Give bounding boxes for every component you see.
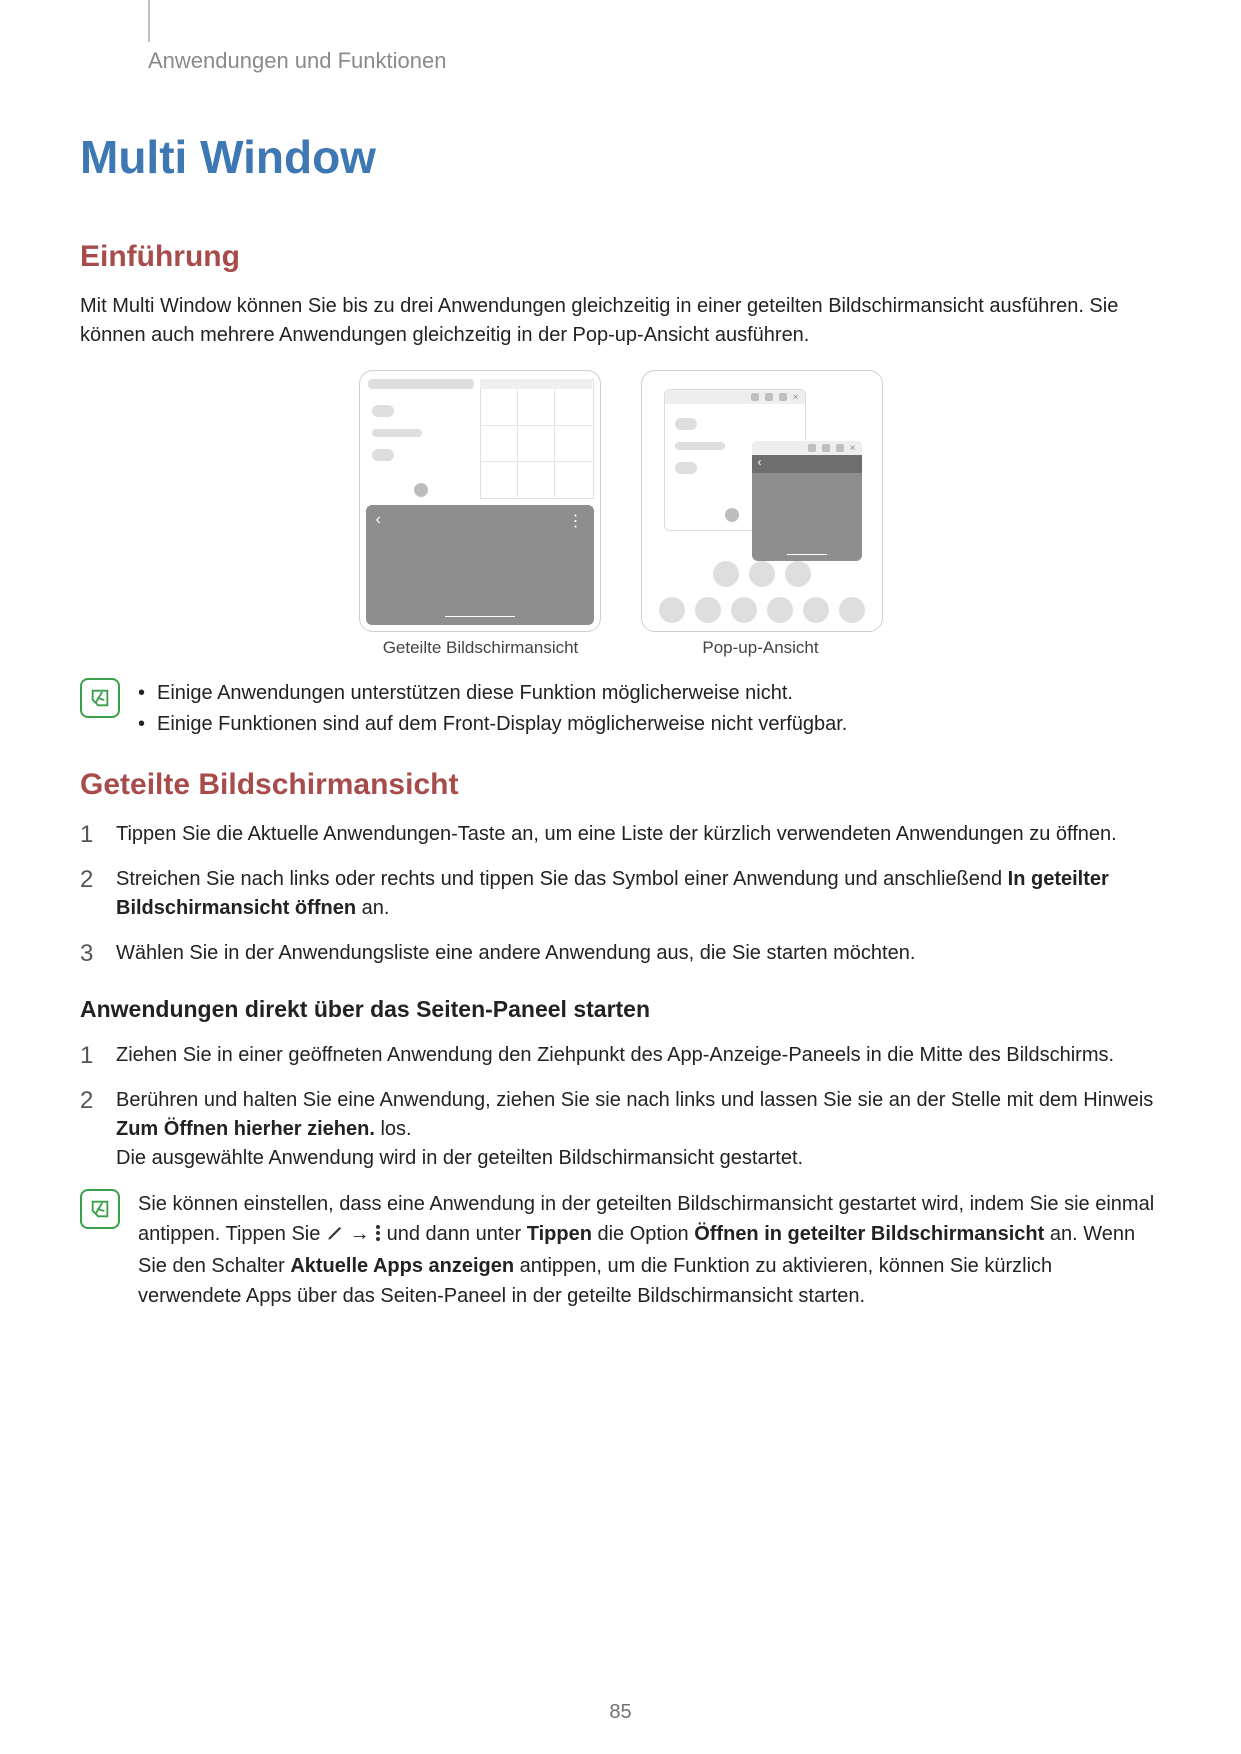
window-titlebar: × — [752, 441, 862, 455]
note-bullet-list: • Einige Anwendungen unterstützen diese … — [138, 678, 1161, 740]
section-heading-split: Geteilte Bildschirmansicht — [80, 768, 1161, 802]
step-text: Ziehen Sie in einer geöffneten Anwendung… — [116, 1044, 1114, 1066]
more-icon: ⋮ — [568, 511, 584, 531]
edge-steps: Ziehen Sie in einer geöffneten Anwendung… — [80, 1041, 1161, 1173]
note-bold: Tippen — [527, 1223, 592, 1245]
note-block: Sie können einstellen, dass eine Anwendu… — [80, 1189, 1161, 1311]
note-block: • Einige Anwendungen unterstützen diese … — [80, 678, 1161, 740]
note-icon — [80, 678, 120, 718]
edit-icon — [326, 1221, 344, 1251]
note-bullet: • Einige Funktionen sind auf dem Front-D… — [138, 709, 1161, 740]
pane-header — [368, 379, 474, 389]
popup-app-window: × ‹ — [752, 441, 862, 561]
figure-popup-view: × × ‹ — [641, 370, 883, 632]
page-title: Multi Window — [80, 130, 1161, 184]
step: Ziehen Sie in einer geöffneten Anwendung… — [80, 1041, 1161, 1070]
step-text: Berühren und halten Sie eine Anwendung, … — [116, 1089, 1153, 1111]
note-bullet-text: Einige Anwendungen unterstützen diese Fu… — [157, 678, 793, 709]
list-pill — [372, 405, 394, 417]
step-text: Wählen Sie in der Anwendungsliste eine a… — [116, 942, 915, 964]
step-text: an. — [356, 897, 389, 919]
more-icon — [375, 1221, 381, 1251]
arrow-text: → — [349, 1223, 369, 1245]
caption-popup: Pop-up-Ansicht — [641, 638, 881, 658]
list-pill — [372, 449, 394, 461]
note-text: und dann unter — [387, 1223, 527, 1245]
dock-row-1 — [642, 561, 882, 587]
section-heading-intro: Einführung — [80, 240, 1161, 274]
window-titlebar: × — [665, 390, 805, 404]
note-bullet-text: Einige Funktionen sind auf dem Front-Dis… — [157, 709, 847, 740]
list-pill — [372, 429, 422, 437]
step: Wählen Sie in der Anwendungsliste eine a… — [80, 939, 1161, 968]
note-text: die Option — [592, 1223, 694, 1245]
bottom-split-pane: ‹ ⋮ — [366, 505, 594, 625]
note-paragraph: Sie können einstellen, dass eine Anwendu… — [138, 1189, 1161, 1311]
step: Tippen Sie die Aktuelle Anwendungen-Tast… — [80, 820, 1161, 849]
subheading-edge: Anwendungen direkt über das Seiten-Panee… — [80, 996, 1161, 1023]
step: Streichen Sie nach links oder rechts und… — [80, 865, 1161, 923]
dot — [414, 483, 428, 497]
note-icon — [80, 1189, 120, 1229]
step: Berühren und halten Sie eine Anwendung, … — [80, 1086, 1161, 1173]
grid-header — [480, 379, 592, 389]
step-text: Tippen Sie die Aktuelle Anwendungen-Tast… — [116, 823, 1117, 845]
split-steps: Tippen Sie die Aktuelle Anwendungen-Tast… — [80, 820, 1161, 968]
step-text: Streichen Sie nach links oder rechts und… — [116, 868, 1008, 890]
note-bold: Aktuelle Apps anzeigen — [290, 1255, 514, 1277]
caption-split: Geteilte Bildschirmansicht — [361, 638, 601, 658]
step-text: los. — [375, 1118, 412, 1140]
figure-captions: Geteilte Bildschirmansicht Pop-up-Ansich… — [80, 638, 1161, 658]
figure-split-view: ‹ ⋮ — [359, 370, 601, 632]
home-indicator — [445, 616, 515, 617]
back-icon: ‹ — [376, 511, 381, 529]
page-number: 85 — [0, 1701, 1241, 1724]
dock-row-2 — [642, 597, 882, 623]
page: Anwendungen und Funktionen Multi Window … — [0, 0, 1241, 1754]
step-text: Die ausgewählte Anwendung wird in der ge… — [116, 1147, 803, 1169]
step-bold: Zum Öffnen hierher ziehen. — [116, 1118, 375, 1140]
note-bullet: • Einige Anwendungen unterstützen diese … — [138, 678, 1161, 709]
note-bold: Öffnen in geteilter Bildschirmansicht — [694, 1223, 1044, 1245]
breadcrumb: Anwendungen und Funktionen — [148, 48, 1161, 74]
figure-row: ‹ ⋮ × × ‹ — [80, 370, 1161, 632]
intro-paragraph: Mit Multi Window können Sie bis zu drei … — [80, 292, 1161, 350]
top-left-rule — [148, 0, 150, 42]
